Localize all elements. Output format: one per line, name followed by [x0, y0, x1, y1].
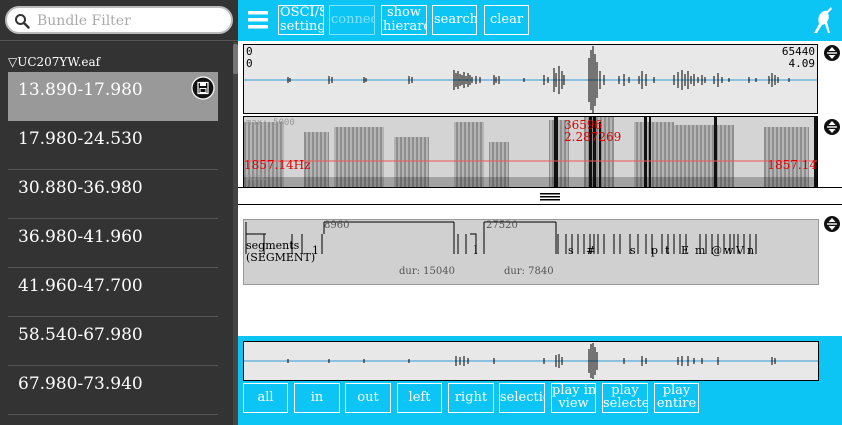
play-entire-button[interactable]: play entire: [654, 383, 699, 413]
hamburger-menu-icon[interactable]: [248, 8, 268, 32]
show-hierarchy-line1: show: [387, 5, 421, 20]
segment-label[interactable]: m: [695, 244, 705, 257]
save-icon[interactable]: [191, 76, 215, 100]
segment-label[interactable]: p: [651, 244, 658, 257]
bundle-list: ▽UC207YW.eaf 13.890-17.980 17.980-24.530…: [0, 42, 238, 425]
bundle-item[interactable]: 41.960-47.700: [8, 268, 218, 317]
level-canvas-area: segments (SEGMENT) 8960 27520 dur: 15040…: [238, 205, 842, 336]
session-title[interactable]: ▽UC207YW.eaf: [8, 55, 100, 69]
bundle-filter-box[interactable]: [5, 6, 233, 34]
segment-label[interactable]: #: [586, 244, 595, 257]
segment-label[interactable]: n: [747, 244, 754, 257]
bottom-menu-bar: all in out left right selection play in …: [238, 336, 842, 425]
osci-bottom-left-label: 0: [246, 57, 253, 70]
bundle-item[interactable]: 67.980-73.940: [8, 366, 218, 415]
bundle-sidebar: ▽UC207YW.eaf 13.890-17.980 17.980-24.530…: [0, 0, 238, 425]
bundle-label: 36.980-41.960: [18, 227, 143, 247]
scroll-right-button[interactable]: right: [448, 383, 494, 413]
segment-duration-2: dur: 7840: [504, 266, 554, 277]
scroll-left-button[interactable]: left: [397, 383, 442, 413]
show-hierarchy-button[interactable]: show hierarc: [381, 5, 427, 35]
overview-waveform-image: [244, 343, 818, 379]
spectrogram-image: [244, 117, 817, 187]
pane-divider[interactable]: [238, 187, 842, 205]
osci-settings-line1: OSCI/S: [280, 5, 324, 20]
segment-label[interactable]: l: [474, 244, 478, 257]
search-button[interactable]: search: [432, 5, 477, 35]
play-selected-button[interactable]: play selected: [602, 383, 648, 413]
segment-label[interactable]: w: [724, 244, 733, 257]
segment-label[interactable]: t: [665, 244, 669, 257]
bundle-item[interactable]: 30.880-36.980: [8, 170, 218, 219]
signal-canvas-area: 0 0 65440 4.09 max: 5000 min: 36596 2.28…: [238, 41, 842, 191]
segment-label[interactable]: s: [630, 244, 636, 257]
spec-freq-right-label: 1857.14: [767, 158, 817, 172]
spectrogram-track[interactable]: max: 5000 min: 36596 2.287269 1857.14Hz …: [243, 116, 818, 188]
bundle-item[interactable]: 58.540-67.980: [8, 317, 218, 366]
bundle-item[interactable]: 17.980-24.530: [8, 121, 218, 170]
emu-bird-logo-icon: [814, 7, 832, 33]
bundle-label: 30.880-36.980: [18, 178, 143, 198]
level-resize-icon[interactable]: [823, 215, 841, 233]
osci-settings-line2: setting: [280, 19, 324, 34]
connect-button[interactable]: connect: [329, 5, 375, 35]
spec-min-label: min:: [246, 173, 268, 183]
show-hierarchy-line2: hierarc: [383, 19, 427, 34]
spec-max-label: max: 5000: [246, 118, 295, 128]
segment-label[interactable]: s: [568, 244, 574, 257]
zoom-selection-button[interactable]: selection: [499, 383, 545, 413]
osci-settings-button[interactable]: OSCI/S setting: [278, 5, 324, 35]
play-entire-line2: entire: [656, 396, 697, 411]
osci-resize-icon[interactable]: [823, 44, 841, 62]
spec-resize-icon[interactable]: [823, 118, 841, 136]
segment-start-marker-2: 27520: [486, 220, 518, 231]
spec-freq-left-label: 1857.14Hz: [244, 158, 311, 172]
segment-level-track[interactable]: segments (SEGMENT) 8960 27520 dur: 15040…: [243, 219, 819, 285]
segment-label[interactable]: E: [681, 244, 689, 257]
top-menu-bar: OSCI/S setting connect show hierarc sear…: [238, 0, 842, 41]
bundle-label: 58.540-67.980: [18, 325, 143, 345]
osci-bottom-right-label: 4.09: [788, 57, 816, 70]
play-in-view-line2: view: [558, 396, 589, 411]
bundle-label: 13.890-17.980: [18, 80, 143, 100]
clear-button[interactable]: clear: [484, 5, 529, 35]
play-selected-line2: selected: [603, 396, 647, 411]
play-in-view-button[interactable]: play in view: [551, 383, 596, 413]
bundle-label: 67.980-73.940: [18, 374, 143, 394]
oscillogram-waveform: [244, 46, 817, 113]
zoom-out-button[interactable]: out: [345, 383, 391, 413]
segment-label[interactable]: @: [711, 244, 722, 257]
view-all-button[interactable]: all: [243, 383, 288, 413]
level-type: (SEGMENT): [246, 251, 316, 264]
bundle-item[interactable]: 36.980-41.960: [8, 219, 218, 268]
segment-start-marker-1: 8960: [324, 220, 350, 231]
bundle-label: 17.980-24.530: [18, 129, 143, 149]
overview-waveform[interactable]: [243, 341, 819, 381]
bundle-item[interactable]: 13.890-17.980: [8, 72, 218, 121]
segment-label[interactable]: 1: [312, 244, 319, 257]
bundle-filter-input[interactable]: [37, 10, 227, 32]
segment-label[interactable]: V: [736, 244, 744, 257]
zoom-in-button[interactable]: in: [294, 383, 340, 413]
oscillogram-track[interactable]: 0 0 65440 4.09: [243, 44, 818, 114]
segment-duration-1: dur: 15040: [399, 266, 455, 277]
drag-handle-icon[interactable]: [540, 193, 560, 201]
search-icon: [15, 14, 30, 29]
bundle-label: 41.960-47.700: [18, 276, 143, 296]
filter-bar: [0, 0, 238, 41]
spec-time-label: 2.287269: [564, 130, 622, 144]
